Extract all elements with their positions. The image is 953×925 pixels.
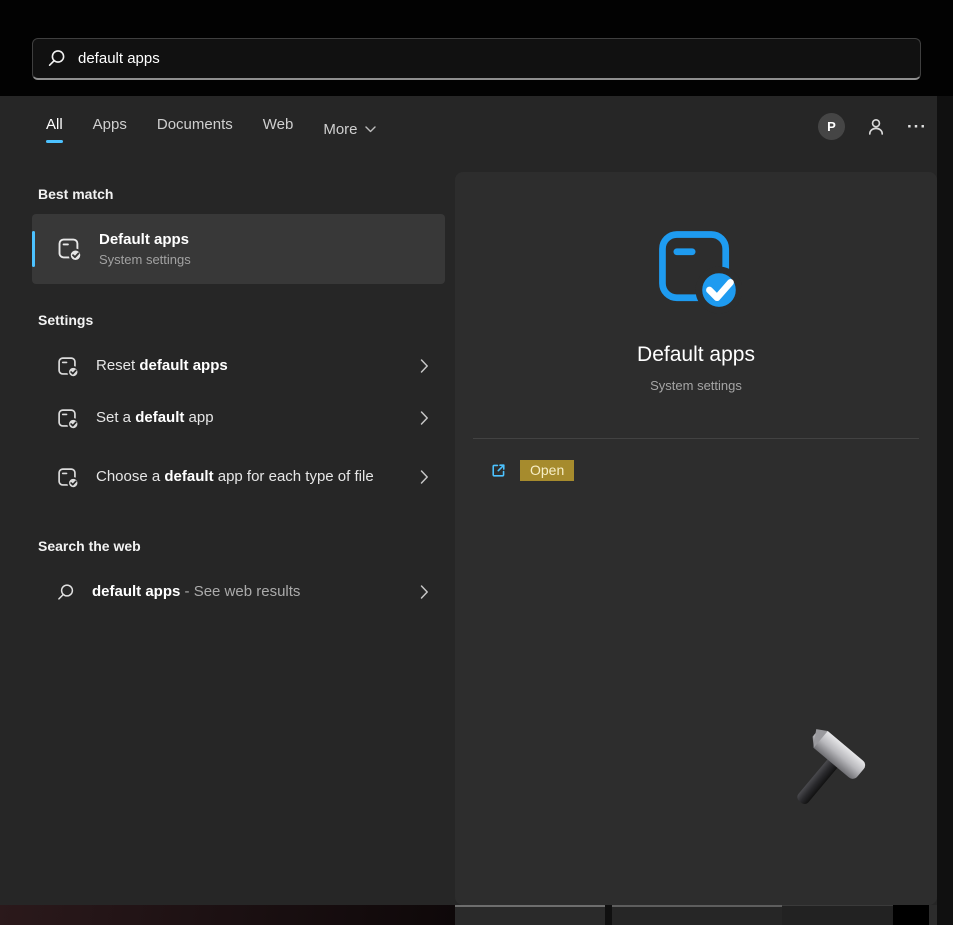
- taskbar-strip: [455, 905, 937, 925]
- result-label: Choose a default app for each type of fi…: [96, 467, 374, 487]
- taskbar-end: [929, 905, 937, 925]
- external-link-icon: [489, 461, 508, 480]
- best-match-header: Best match: [38, 186, 445, 202]
- tab-more[interactable]: More: [323, 116, 375, 143]
- result-title: Default apps: [99, 231, 191, 248]
- results-panel: Best match Default apps System settings …: [32, 186, 445, 618]
- active-tab-underline: [46, 140, 63, 143]
- settings-result-reset[interactable]: Reset default apps: [32, 340, 445, 392]
- search-web-header: Search the web: [38, 538, 445, 554]
- background-window: [612, 905, 782, 925]
- taskbar-notch: [893, 905, 929, 925]
- search-input[interactable]: [78, 50, 906, 67]
- tab-apps[interactable]: Apps: [93, 116, 127, 143]
- default-apps-icon-large: [650, 222, 742, 319]
- chevron-right-icon: [420, 359, 429, 374]
- account-options-icon[interactable]: [866, 117, 886, 136]
- desktop-edge: [937, 96, 953, 925]
- desktop-wallpaper-strip: [0, 905, 455, 925]
- settings-result-set-default[interactable]: Set a default app: [32, 392, 445, 444]
- preview-subtitle: System settings: [455, 378, 937, 393]
- default-apps-icon: [56, 466, 79, 489]
- start-search-overlay: All Apps Documents Web More P ··· Best m…: [0, 0, 953, 925]
- default-apps-icon: [56, 236, 82, 262]
- topbar-actions: P ···: [818, 113, 927, 140]
- result-label: Reset default apps: [96, 356, 228, 376]
- result-subtitle: System settings: [99, 252, 191, 267]
- best-match-result[interactable]: Default apps System settings: [32, 214, 445, 284]
- open-action-row[interactable]: Open: [489, 460, 937, 481]
- settings-result-choose-default[interactable]: Choose a default app for each type of fi…: [32, 444, 445, 510]
- window-gap: [605, 905, 612, 925]
- chevron-down-icon: [365, 126, 376, 133]
- tab-web[interactable]: Web: [263, 116, 294, 143]
- chevron-right-icon: [420, 585, 429, 600]
- tab-all[interactable]: All: [46, 116, 63, 143]
- search-box[interactable]: [32, 38, 921, 80]
- background-window: [455, 905, 605, 925]
- web-search-result[interactable]: default apps - See web results: [32, 566, 445, 618]
- best-match-text: Default apps System settings: [99, 231, 191, 267]
- settings-header: Settings: [38, 312, 445, 328]
- preview-title: Default apps: [455, 343, 937, 367]
- tab-documents[interactable]: Documents: [157, 116, 233, 143]
- divider: [473, 438, 919, 439]
- search-header: [0, 0, 953, 96]
- tab-all-label: All: [46, 116, 63, 133]
- search-icon: [47, 49, 66, 68]
- chevron-right-icon: [420, 411, 429, 426]
- taskbar-surface: [782, 905, 893, 925]
- result-label: Set a default app: [96, 408, 214, 428]
- default-apps-icon: [56, 355, 79, 378]
- default-apps-icon: [56, 407, 79, 430]
- more-options-icon[interactable]: ···: [907, 113, 927, 140]
- open-button[interactable]: Open: [520, 460, 574, 481]
- chevron-right-icon: [420, 470, 429, 485]
- preview-pane: Default apps System settings Open: [455, 172, 937, 905]
- user-avatar[interactable]: P: [818, 113, 845, 140]
- hammer-cursor: [773, 724, 873, 829]
- result-label: default apps - See web results: [92, 582, 300, 602]
- filter-tabs: All Apps Documents Web More: [46, 116, 376, 143]
- search-icon: [56, 583, 75, 602]
